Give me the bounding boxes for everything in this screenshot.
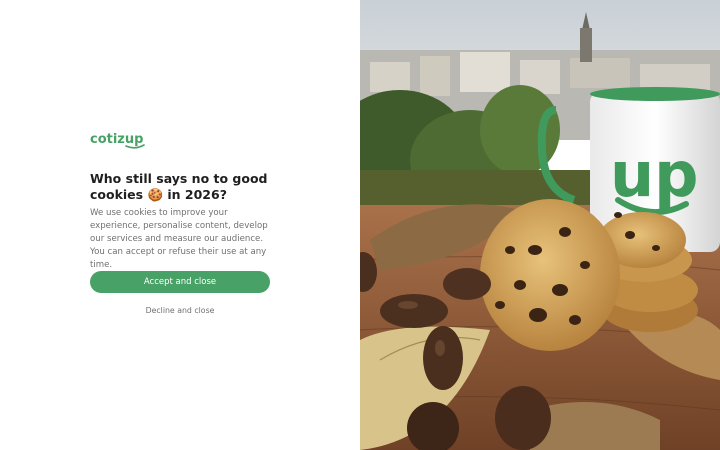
cookies-photo-panel: up	[360, 0, 720, 450]
cookies-and-mug-photo: up	[360, 0, 720, 450]
accept-and-close-button[interactable]: Accept and close	[90, 271, 270, 293]
dialog-title: Who still says no to good cookies 🍪 in 2…	[90, 171, 280, 203]
decline-and-close-button[interactable]: Decline and close	[90, 304, 270, 317]
dialog-title-line2: cookies 🍪 in 2026?	[90, 187, 227, 202]
svg-text:cotizup: cotizup	[90, 132, 143, 147]
dialog-description: We use cookies to improve your experienc…	[90, 208, 268, 270]
logo-text-suffix: up	[125, 132, 144, 147]
cookie-consent-panel: cotizup Who still says no to good cookie…	[0, 0, 360, 450]
cotizup-logo: cotizup	[90, 132, 145, 149]
logo-text-prefix: cotiz	[90, 132, 125, 147]
dialog-title-line1: Who still says no to good	[90, 171, 268, 186]
